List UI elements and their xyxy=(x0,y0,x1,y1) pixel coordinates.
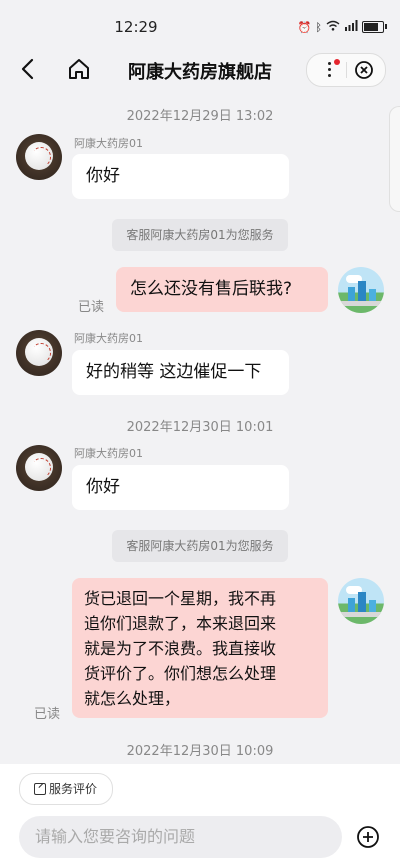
avatar[interactable] xyxy=(16,445,62,491)
bluetooth-icon: ᛒ xyxy=(315,20,322,34)
signal-icon xyxy=(344,20,358,34)
sender-name: 阿康大药房01 xyxy=(74,137,143,150)
avatar[interactable] xyxy=(16,330,62,376)
close-icon[interactable] xyxy=(354,60,374,80)
back-icon[interactable] xyxy=(16,56,42,82)
plus-icon[interactable] xyxy=(356,825,380,849)
sender-name: 阿康大药房01 xyxy=(74,447,143,460)
outgoing-message[interactable]: 怎么还没有售后联我? xyxy=(116,267,328,312)
input-bar: 服务评价 请输入您要咨询的问题 xyxy=(0,764,400,867)
home-icon[interactable] xyxy=(66,56,92,82)
incoming-message[interactable]: 你好 xyxy=(72,465,289,510)
mini-program-capsule xyxy=(306,53,386,87)
message-input[interactable]: 请输入您要咨询的问题 xyxy=(19,816,342,858)
system-message: 客服阿康大药房01为您服务 xyxy=(112,219,288,251)
timestamp: 2022年12月29日 13:02 xyxy=(126,109,274,124)
battery-icon xyxy=(362,21,387,33)
timestamp: 2022年12月30日 10:01 xyxy=(126,420,274,435)
status-icons: ⏰ ᛒ xyxy=(297,20,387,34)
alarm-icon: ⏰ xyxy=(297,20,312,34)
title-bar: 阿康大药房旗舰店 xyxy=(0,40,400,100)
more-icon[interactable] xyxy=(328,59,332,80)
page-title: 阿康大药房旗舰店 xyxy=(128,62,272,83)
avatar[interactable] xyxy=(338,267,384,313)
status-bar: 12:29 ⏰ ᛒ xyxy=(0,0,400,40)
incoming-message[interactable]: 好的稍等 这边催促一下 xyxy=(72,350,289,395)
avatar[interactable] xyxy=(338,578,384,624)
read-receipt: 已读 xyxy=(34,707,61,722)
system-message: 客服阿康大药房01为您服务 xyxy=(112,530,288,562)
timestamp: 2022年12月30日 10:09 xyxy=(126,744,274,759)
read-receipt: 已读 xyxy=(78,300,105,315)
sender-name: 阿康大药房01 xyxy=(74,332,143,345)
status-time: 12:29 xyxy=(114,18,158,36)
notification-dot xyxy=(334,59,340,65)
wifi-icon xyxy=(326,20,340,34)
service-rating-button[interactable]: 服务评价 xyxy=(19,773,113,805)
edit-icon xyxy=(34,783,46,795)
outgoing-message[interactable]: 货已退回一个星期，我不再 追你们退款了，本来退回来 就是为了不浪费。我直接收 货… xyxy=(72,578,328,718)
avatar[interactable] xyxy=(16,134,62,180)
incoming-message[interactable]: 你好 xyxy=(72,154,289,199)
